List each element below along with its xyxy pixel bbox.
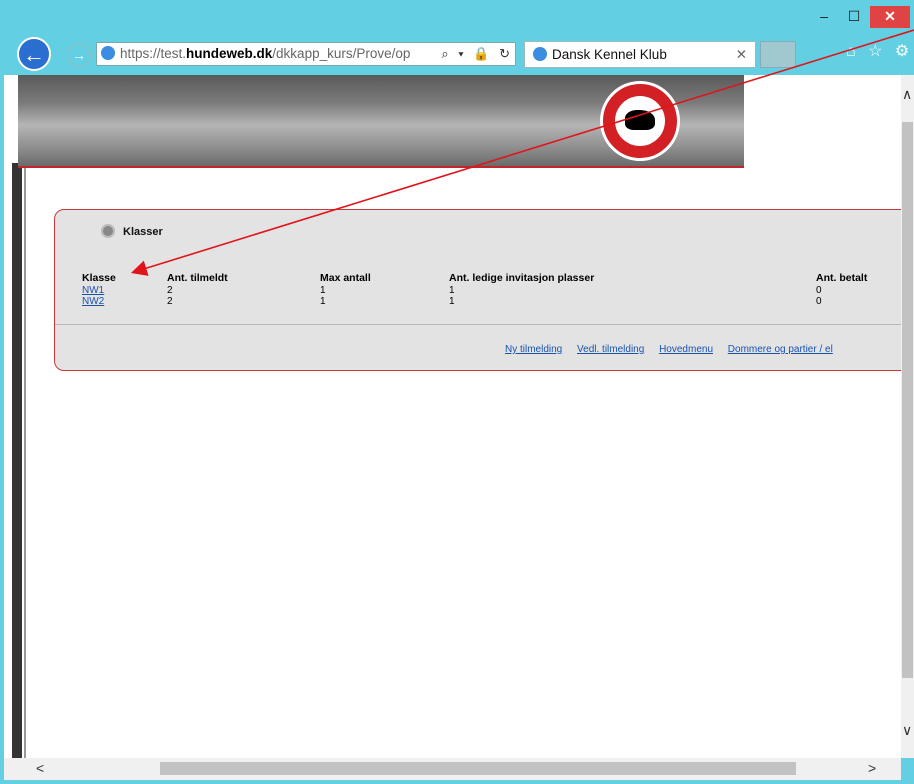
col-header: Ant. betalt (816, 272, 868, 284)
toolbar-icons[interactable]: ⌂ ☆ ⚙ (846, 41, 913, 61)
vertical-scroll-thumb[interactable] (902, 122, 913, 678)
table-cell: 1 (449, 285, 455, 296)
ie-icon (101, 46, 115, 60)
hovedmenu-link[interactable]: Hovedmenu (659, 344, 713, 355)
dog-icon (625, 110, 655, 130)
table-cell: 0 (816, 285, 822, 296)
col-header: Ant. ledige invitasjon plasser (449, 272, 595, 284)
ny-tilmelding-link[interactable]: Ny tilmelding (505, 344, 562, 355)
scroll-left-icon[interactable]: < (36, 760, 44, 776)
scroll-down-icon[interactable]: ∨ (902, 722, 912, 739)
scroll-right-icon[interactable]: > (868, 760, 876, 776)
minimize-button[interactable]: – (810, 6, 838, 28)
scroll-up-icon[interactable]: ∧ (902, 86, 912, 103)
tab-dansk-kennel-klub[interactable]: Dansk Kennel Klub ✕ (524, 41, 756, 68)
dommere-link[interactable]: Dommere og partier / el (728, 344, 833, 355)
site-banner (18, 75, 744, 168)
browser-window: – ☐ ✕ ← → https://test.hundeweb.dk/dkkap… (0, 0, 914, 784)
page-side-strip (12, 163, 22, 758)
page-viewport: Klasser Klasse Ant. tilmeldt Max antall … (4, 75, 901, 758)
col-header: Klasse (82, 272, 116, 284)
vedl-tilmelding-link[interactable]: Vedl. tilmelding (577, 344, 644, 355)
class-link-nw1[interactable]: NW1 (82, 285, 104, 296)
tab-title: Dansk Kennel Klub (552, 47, 667, 62)
section-icon (101, 224, 115, 238)
address-bar[interactable]: https://test.hundeweb.dk/dkkapp_kurs/Pro… (96, 42, 516, 66)
close-button[interactable]: ✕ (870, 6, 910, 28)
panel-divider (55, 324, 901, 325)
new-tab-button[interactable] (760, 41, 796, 68)
url-path: /dkkapp_kurs/Prove/op (272, 46, 411, 61)
panel-links: Ny tilmelding Vedl. tilmelding Hovedmenu… (505, 344, 845, 355)
page-side-line (24, 163, 26, 758)
panel-title: Klasser (101, 224, 163, 238)
col-header: Max antall (320, 272, 371, 284)
table-cell: 2 (167, 285, 173, 296)
table-cell: 2 (167, 296, 173, 307)
classes-panel: Klasser Klasse Ant. tilmeldt Max antall … (54, 209, 901, 371)
class-link-nw2[interactable]: NW2 (82, 296, 104, 307)
table-cell: 1 (320, 285, 326, 296)
dkk-logo (600, 81, 680, 161)
table-cell: 1 (449, 296, 455, 307)
ie-icon (533, 47, 547, 61)
col-header: Ant. tilmeldt (167, 272, 228, 284)
address-tools-icon[interactable]: ⌕ ▾ 🔒 ↻ (441, 43, 513, 65)
url-prefix: https://test. (120, 46, 187, 61)
maximize-button[interactable]: ☐ (840, 6, 868, 28)
url-host: hundeweb.dk (186, 46, 273, 61)
forward-button[interactable]: → (67, 43, 91, 67)
table-cell: 1 (320, 296, 326, 307)
horizontal-scroll-thumb[interactable] (160, 762, 796, 775)
tab-close-icon[interactable]: ✕ (736, 42, 747, 67)
back-button[interactable]: ← (17, 37, 51, 71)
table-cell: 0 (816, 296, 822, 307)
